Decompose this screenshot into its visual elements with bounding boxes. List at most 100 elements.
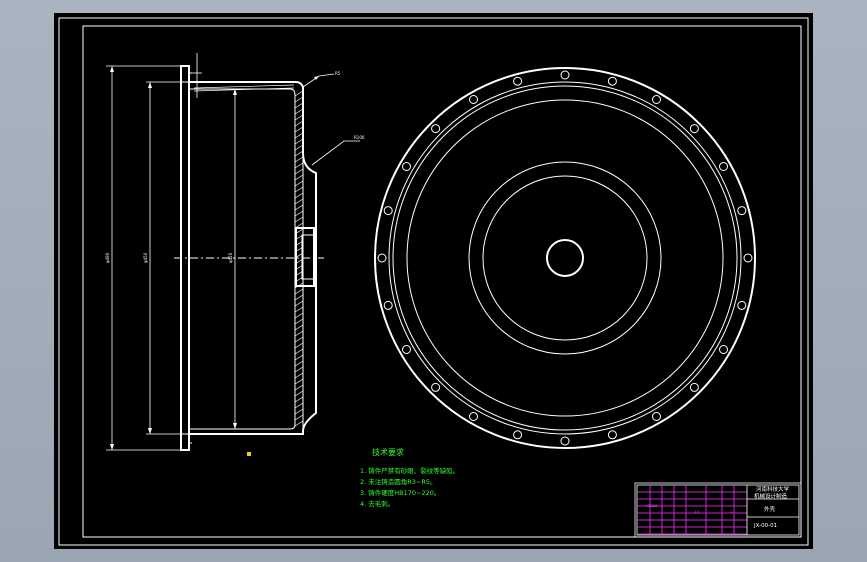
hatch-line — [294, 318, 304, 325]
hatch-line — [294, 186, 304, 193]
bolt-hole — [383, 206, 393, 216]
hatch-line — [294, 210, 304, 217]
hatch-line — [294, 108, 304, 115]
hatch-line — [294, 402, 304, 409]
bolt-hole — [689, 382, 699, 392]
hub-boss — [295, 227, 315, 287]
hub-outer-circle — [468, 161, 662, 355]
hub-inner-circle — [482, 175, 648, 341]
bolt-hole — [743, 253, 753, 263]
tb-material: HT200 — [646, 504, 657, 508]
hatch-line — [294, 312, 304, 319]
hatch-line — [294, 342, 304, 349]
tb-part-name: 外壳 — [764, 505, 776, 513]
tb-drawing-no: JX-00-01 — [753, 523, 777, 529]
hatch-line — [294, 336, 304, 343]
hatch-line — [294, 396, 304, 403]
bolt-hole — [560, 436, 570, 446]
leader-top-label: R5 — [335, 71, 341, 76]
hatch-line — [294, 360, 304, 367]
engineering-drawing: φ490 φ450 φ420 R5 R100 技术要求 1. 铸件严禁有砂眼、裂… — [58, 17, 809, 546]
bolt-hole — [652, 412, 661, 421]
hatch-line — [294, 138, 304, 145]
bolt-hole — [689, 124, 699, 134]
cad-viewport[interactable]: φ490 φ450 φ420 R5 R100 技术要求 1. 铸件严禁有砂眼、裂… — [54, 13, 813, 549]
dim-label-middle: φ450 — [143, 252, 148, 263]
tb-scale: 1:1 — [694, 510, 700, 514]
leader-mid-label: R100 — [354, 135, 365, 140]
bolt-hole — [607, 430, 617, 440]
hatch-line — [294, 102, 304, 109]
hatch-line — [294, 180, 304, 187]
bolt-hole — [560, 70, 570, 80]
title-block: 河南科技大学 机械设计制造 外壳 JX-00-01 HT200 1:1 1 — [634, 482, 802, 538]
section-hatching — [193, 84, 304, 427]
inner-flange-circle — [388, 81, 742, 435]
hatch-line — [294, 126, 304, 133]
bolt-hole — [383, 300, 393, 310]
hatch-line — [294, 90, 304, 97]
dim-label-inner: φ420 — [228, 252, 233, 263]
bolt-hole — [719, 162, 728, 171]
outer-flange-circle — [374, 67, 756, 449]
hatch-line — [294, 132, 304, 139]
bolt-hole — [737, 206, 747, 216]
hatch-line — [294, 420, 304, 427]
hatch-line — [294, 384, 304, 391]
hatch-line — [294, 198, 304, 205]
hatch-line — [294, 300, 304, 307]
bolt-hole — [431, 124, 441, 134]
hatch-line — [294, 144, 304, 151]
hatch-line — [294, 156, 304, 163]
hatch-line — [294, 348, 304, 355]
bolt-hole — [737, 300, 747, 310]
hatch-line — [294, 372, 304, 379]
tech-req-line-2: 2. 未注铸造圆角R3~R5。 — [360, 477, 437, 486]
leader-mid — [311, 140, 360, 166]
hatch-line — [294, 330, 304, 337]
hatch-line — [294, 162, 304, 169]
yellow-marker — [247, 452, 251, 456]
hatch-line — [294, 306, 304, 313]
tb-sheet: 1 — [730, 510, 732, 514]
bolt-hole — [652, 95, 661, 104]
tech-req-line-4: 4. 去毛刺。 — [360, 499, 394, 508]
hatch-line — [294, 378, 304, 385]
hatch-line — [294, 390, 304, 397]
bolt-hole — [431, 382, 441, 392]
hatch-line — [294, 324, 304, 331]
hatch-line — [294, 408, 304, 415]
hatch-line — [294, 114, 304, 121]
bolt-hole — [402, 162, 411, 171]
bolt-hole — [469, 412, 478, 421]
technical-requirements: 技术要求 1. 铸件严禁有砂眼、裂纹等缺陷。 2. 未注铸造圆角R3~R5。 3… — [360, 447, 459, 508]
hatch-line — [294, 366, 304, 373]
bolt-hole — [607, 76, 617, 86]
shell-inner-profile — [189, 88, 296, 430]
bolt-hole-pattern — [377, 70, 753, 446]
hatch-line — [294, 294, 304, 301]
bolt-hole — [469, 95, 478, 104]
bolt-hole — [513, 76, 523, 86]
bolt-hole — [719, 345, 728, 354]
bolt-hole — [377, 253, 387, 263]
side-section-view: φ490 φ450 φ420 R5 R100 — [105, 53, 365, 456]
center-bore — [546, 239, 584, 277]
tb-school: 河南科技大学 — [756, 485, 790, 493]
hatch-line — [294, 216, 304, 223]
hatch-line — [294, 168, 304, 175]
bore-circle — [406, 99, 724, 417]
tech-req-line-1: 1. 铸件严禁有砂眼、裂纹等缺陷。 — [360, 466, 459, 475]
hatch-line — [294, 174, 304, 181]
dim-label-outer: φ490 — [105, 252, 110, 263]
hatch-line — [294, 120, 304, 127]
hatch-line — [294, 96, 304, 103]
hatch-line — [294, 414, 304, 421]
leader-top — [302, 73, 335, 88]
hatch-line — [294, 192, 304, 199]
hatch-line — [294, 150, 304, 157]
inner-frame — [82, 25, 802, 538]
tech-req-title: 技术要求 — [372, 447, 404, 457]
tb-school-sub: 机械设计制造 — [754, 492, 788, 500]
tech-req-line-3: 3. 铸件硬度HB170~220。 — [360, 488, 440, 497]
